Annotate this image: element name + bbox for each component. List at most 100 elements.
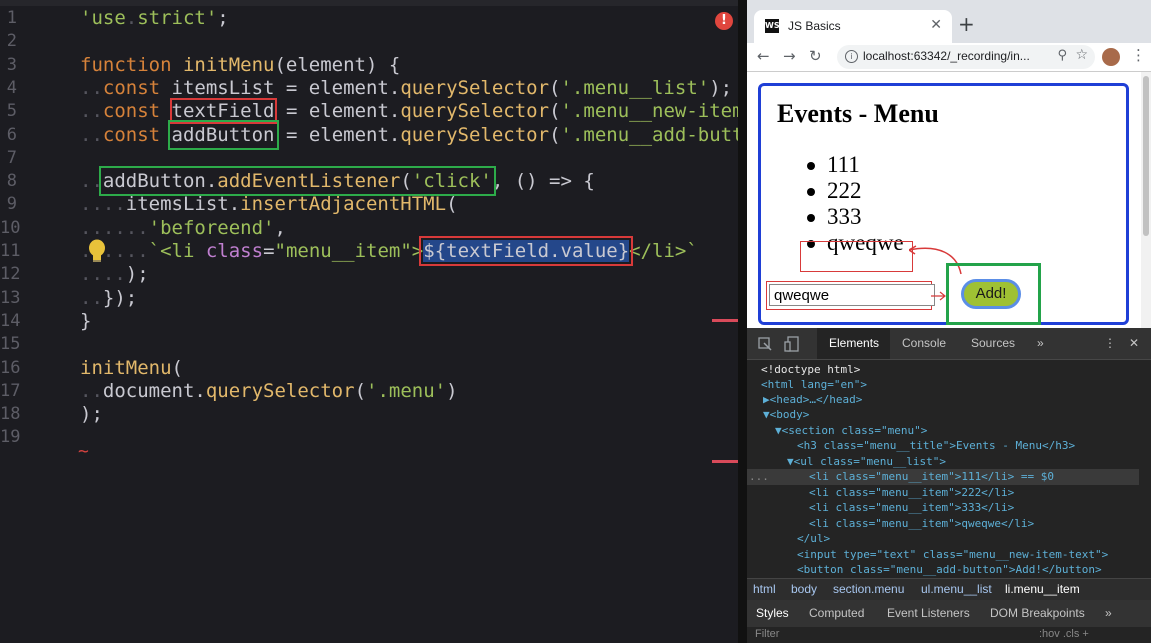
filter-input[interactable]: Filter [755,628,779,640]
code-line[interactable]: 13..}); [0,286,738,310]
new-tab-icon[interactable]: + [958,14,975,34]
code-line[interactable]: 16 initMenu( [0,356,738,380]
tab-event-listeners[interactable]: Event Listeners [887,606,970,620]
url-text[interactable]: localhost:63342/_recording/in... [863,49,1030,63]
breadcrumb-item[interactable]: body [791,582,817,596]
code-line[interactable]: 4 ..const itemsList = element.querySelect… [0,76,738,100]
page-viewport: Events - Menu 111 222 333 qweqwe Add! [747,72,1151,328]
code-line[interactable]: 9 ....itemsList.insertAdjacentHTML( [0,192,738,216]
tab-elements[interactable]: Elements [829,336,879,350]
code-text[interactable]: ..document.querySelector('.menu') [80,379,458,403]
bookmark-star-icon[interactable]: ☆ [1075,47,1088,63]
code-editor[interactable]: 1 'use.strict'; 2 3 function initMenu(elemen… [0,0,738,643]
line-number: 19 [0,427,21,448]
devtools-menu-icon[interactable]: ⋮ [1104,336,1116,350]
dom-line[interactable]: <li class="menu__item">222</li> [809,485,1151,501]
code-line[interactable]: 10 ......'beforeend', [0,216,738,240]
code-text[interactable]: ......`<li class="menu__item">${textFiel… [80,236,698,266]
code-line[interactable]: 14} [0,309,738,333]
code-line[interactable]: 12....); [0,262,738,286]
code-line[interactable]: 1 'use.strict'; [0,6,738,30]
dom-line[interactable]: <li class="menu__item">333</li> [809,500,1151,516]
line-number: 18 [0,404,21,425]
code-text[interactable]: ..const addButton = element.querySelecto… [80,119,738,150]
code-text[interactable]: function initMenu(element) { [80,53,400,77]
dom-line[interactable]: ▶<head>…</head> [763,392,1151,408]
dom-line-selected[interactable]: ... <li class="menu__item">111</li> == $0 [747,469,1139,485]
dom-line[interactable]: ▼<ul class="menu__list"> [787,454,1151,470]
new-item-input[interactable] [769,284,935,306]
code-text[interactable]: ....); [80,262,149,286]
dom-tree[interactable]: <!doctype html> <html lang="en"> ▶<head>… [747,362,1151,576]
filter-options[interactable]: :hov .cls + [1039,628,1089,640]
reload-icon[interactable]: ↻ [809,47,822,65]
inspect-element-icon[interactable] [758,337,772,351]
code-text[interactable]: ); [80,402,103,426]
pane-divider[interactable] [738,0,747,643]
code-line[interactable]: 5 ..const textField = element.querySelect… [0,98,738,125]
code-text[interactable]: ..const textField = element.querySelecto… [80,98,738,125]
code-text[interactable]: } [80,309,91,333]
code-line[interactable]: 19 [0,425,738,449]
tab-computed[interactable]: Computed [809,606,864,620]
device-toolbar-icon[interactable] [784,336,800,352]
browser-menu-icon[interactable]: ⋮ [1131,46,1146,64]
back-icon[interactable]: ← [757,47,770,65]
tab-styles[interactable]: Styles [756,606,789,620]
tab-console[interactable]: Console [902,336,946,350]
tab-sources[interactable]: Sources [971,336,1015,350]
dom-line[interactable]: <!doctype html> [761,362,1151,378]
code-line[interactable]: 6 ..const addButton = element.querySelect… [0,119,738,150]
breadcrumb-item[interactable]: li.menu__item [1005,582,1080,596]
tab-dom-breakpoints[interactable]: DOM Breakpoints [990,606,1085,620]
more-tabs-icon[interactable]: » [1105,606,1112,620]
code-text[interactable]: ......'beforeend', [80,216,286,240]
lightbulb-icon[interactable] [86,238,108,264]
site-info-icon[interactable]: i [845,50,858,63]
code-line[interactable]: 2 [0,29,738,53]
close-devtools-icon[interactable]: ✕ [1129,336,1139,350]
code-line[interactable]: 11 ......`<li class="menu__item">${textFi… [0,236,738,266]
error-indicator-icon[interactable]: ! [715,12,733,30]
scrollbar-thumb[interactable] [1143,76,1149,236]
zoom-icon[interactable]: ⚲ [1057,48,1067,63]
forward-icon[interactable]: → [783,47,796,65]
add-button[interactable]: Add! [961,279,1021,309]
profile-avatar[interactable] [1102,48,1120,66]
address-bar[interactable]: i localhost:63342/_recording/in... ⚲ ☆ [837,45,1095,69]
menu-item: 111 [807,152,904,178]
code-text[interactable]: ..const itemsList = element.querySelecto… [80,76,732,100]
dom-line[interactable]: <li class="menu__item">qweqwe</li> [809,516,1151,532]
breadcrumb-item[interactable]: ul.menu__list [921,582,992,596]
code-text[interactable]: initMenu( [80,356,183,380]
styles-filter[interactable]: Filter :hov .cls + [747,628,1151,643]
devtools-panel: Elements Console Sources » ⋮ ✕ <!doctype… [747,328,1151,643]
more-tabs-icon[interactable]: » [1037,336,1044,350]
breadcrumb-item[interactable]: section.menu [833,582,904,596]
line-number: 6 [6,124,17,145]
line-number: 5 [6,101,17,122]
dom-line[interactable]: <h3 class="menu__title">Events - Menu</h… [797,438,1151,454]
code-line[interactable]: 18); [0,402,738,426]
code-line[interactable]: 3 function initMenu(element) { [0,53,738,77]
close-tab-icon[interactable]: ✕ [930,17,942,33]
code-text[interactable]: ....itemsList.insertAdjacentHTML( [80,192,458,216]
code-line[interactable]: 8 ..addButton.addEventListener('click', (… [0,166,738,197]
dom-line[interactable]: ▼<section class="menu"> [775,423,1151,439]
dom-line[interactable]: </ul> [797,531,1151,547]
dom-line[interactable]: <input type="text" class="menu__new-item… [797,547,1151,563]
dom-line[interactable]: <button class="menu__add-button">Add!</b… [797,562,1151,578]
code-line[interactable]: 7 [0,146,738,170]
code-text[interactable]: ..addButton.addEventListener('click', ()… [80,166,595,197]
code-line[interactable]: 17 ..document.querySelector('.menu') [0,379,738,403]
browser-tab[interactable]: WS JS Basics ✕ [754,10,952,43]
code-line[interactable]: 15 [0,332,738,356]
page-scrollbar[interactable] [1141,72,1151,328]
code-text[interactable]: 'use.strict'; [80,6,229,30]
breadcrumb-item[interactable]: html [753,582,776,596]
code-text[interactable]: ..}); [80,286,137,310]
scroll-marker [712,319,738,322]
line-number: 1 [6,8,17,28]
dom-line[interactable]: <html lang="en"> [761,377,1151,393]
dom-line[interactable]: ▼<body> [763,407,1151,423]
